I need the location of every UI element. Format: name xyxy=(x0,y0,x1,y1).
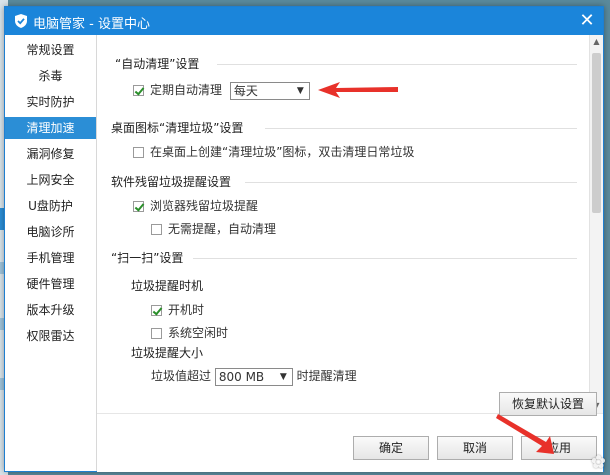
section-divider xyxy=(245,182,577,183)
sidebar-item-vulnerability[interactable]: 漏洞修复 xyxy=(5,143,96,165)
boot-row: 开机时 xyxy=(151,301,204,318)
watermark-logo: ✿ xyxy=(590,452,606,473)
shield-logo-icon xyxy=(13,13,29,29)
scan-heading: “扫一扫”设置 xyxy=(111,251,184,265)
close-icon[interactable]: ✕ xyxy=(577,11,597,31)
boot-checkbox[interactable] xyxy=(151,305,162,316)
size-label: 垃圾提醒大小 xyxy=(131,346,204,360)
section-divider xyxy=(265,128,577,129)
threshold-suffix: 时提醒清理 xyxy=(296,369,357,383)
sidebar-item-phone[interactable]: 手机管理 xyxy=(5,247,96,269)
desktop-icon-row: 在桌面上创建“清理垃圾”图标，双击清理日常垃圾 xyxy=(133,143,414,160)
threshold-row: 垃圾值超过 800 MB ▼ 时提醒清理 xyxy=(151,367,357,386)
timing-label: 垃圾提醒时机 xyxy=(131,279,204,293)
sidebar-item-antivirus[interactable]: 杀毒 xyxy=(5,65,96,87)
desktop-icon-checkbox[interactable] xyxy=(133,147,144,158)
auto-clean-heading: “自动清理”设置 xyxy=(115,57,200,71)
desktop-icon-label: 在桌面上创建“清理垃圾”图标，双击清理日常垃圾 xyxy=(150,145,415,159)
annotation-arrow-icon xyxy=(496,414,554,454)
sidebar-item-general[interactable]: 常规设置 xyxy=(5,39,96,61)
residue-heading: 软件残留垃圾提醒设置 xyxy=(111,175,232,189)
section-divider xyxy=(193,258,577,259)
settings-sidebar: 常规设置 杀毒 实时防护 清理加速 漏洞修复 上网安全 U盘防护 电脑诊所 手机… xyxy=(5,35,97,471)
frequency-value: 每天 xyxy=(233,83,258,98)
sidebar-item-permission[interactable]: 权限雷达 xyxy=(5,325,96,347)
sidebar-item-cleanup[interactable]: 清理加速 xyxy=(5,117,96,139)
settings-window: 电脑管家 - 设置中心 ✕ 常规设置 杀毒 实时防护 清理加速 漏洞修复 上网安… xyxy=(4,6,604,472)
idle-checkbox[interactable] xyxy=(151,328,162,339)
idle-label: 系统空闲时 xyxy=(168,326,229,340)
no-remind-row: 无需提醒，自动清理 xyxy=(151,220,276,237)
browser-residue-row: 浏览器残留垃圾提醒 xyxy=(133,197,258,214)
title-bar[interactable]: 电脑管家 - 设置中心 ✕ xyxy=(5,7,603,35)
chevron-down-icon: ▼ xyxy=(279,371,287,382)
no-remind-label: 无需提醒，自动清理 xyxy=(168,222,277,236)
frequency-dropdown[interactable]: 每天 ▼ xyxy=(229,81,310,100)
no-remind-checkbox[interactable] xyxy=(151,224,162,235)
ok-button[interactable]: 确定 xyxy=(353,436,429,460)
auto-clean-row: 定期自动清理 每天 ▼ xyxy=(133,81,310,100)
sidebar-item-hardware[interactable]: 硬件管理 xyxy=(5,273,96,295)
sidebar-item-clinic[interactable]: 电脑诊所 xyxy=(5,221,96,243)
content-scrollbar[interactable]: ▲ ▼ xyxy=(589,35,603,413)
scroll-up-icon[interactable]: ▲ xyxy=(590,35,603,49)
sidebar-item-usb[interactable]: U盘防护 xyxy=(5,195,96,217)
threshold-prefix: 垃圾值超过 xyxy=(151,369,212,383)
desktop-icon-heading: 桌面图标“清理垃圾”设置 xyxy=(111,121,244,135)
idle-row: 系统空闲时 xyxy=(151,324,228,341)
chevron-down-icon: ▼ xyxy=(296,85,304,96)
browser-residue-label: 浏览器残留垃圾提醒 xyxy=(150,199,259,213)
boot-label: 开机时 xyxy=(168,303,205,317)
section-divider xyxy=(217,64,577,65)
auto-clean-checkbox[interactable] xyxy=(133,85,144,96)
threshold-value: 800 MB xyxy=(218,369,265,384)
threshold-dropdown[interactable]: 800 MB ▼ xyxy=(214,367,293,386)
sidebar-item-realtime[interactable]: 实时防护 xyxy=(5,91,96,113)
annotation-arrow-icon xyxy=(318,82,398,98)
sidebar-item-web-security[interactable]: 上网安全 xyxy=(5,169,96,191)
sidebar-item-upgrade[interactable]: 版本升级 xyxy=(5,299,96,321)
browser-residue-checkbox[interactable] xyxy=(133,201,144,212)
auto-clean-label: 定期自动清理 xyxy=(150,83,223,97)
scroll-thumb[interactable] xyxy=(592,53,601,213)
window-title: 电脑管家 - 设置中心 xyxy=(33,17,150,32)
